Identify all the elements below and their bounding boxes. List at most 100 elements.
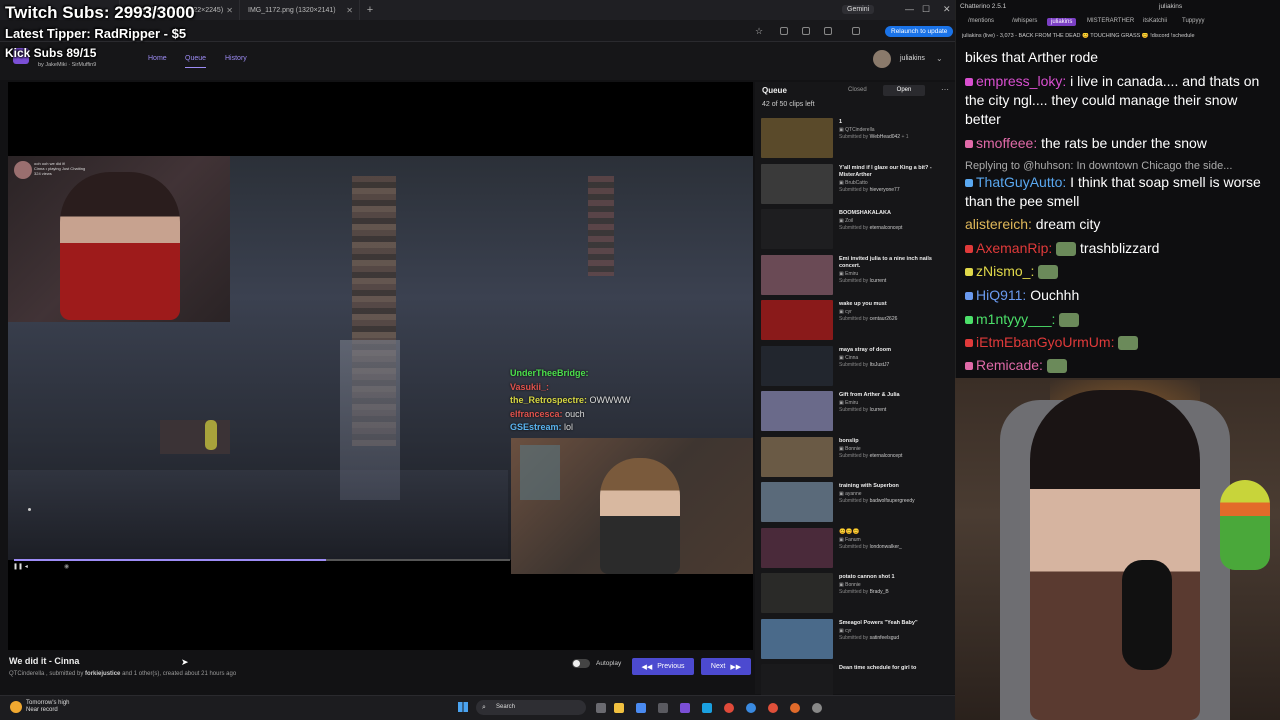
extension-icon[interactable] — [802, 27, 810, 35]
submitter-name: eternalconcept — [869, 452, 903, 459]
clip-thumbnail[interactable] — [761, 254, 833, 295]
queue-open-tab[interactable]: Open — [883, 85, 925, 96]
chat-tab[interactable]: /mentions — [968, 18, 994, 24]
chat-tab[interactable]: juliakins — [1047, 18, 1077, 26]
clip-thumbnail[interactable] — [761, 527, 833, 568]
extension-icon[interactable] — [852, 27, 860, 35]
clip-thumbnail[interactable] — [761, 482, 833, 522]
minimize-icon[interactable]: — — [905, 4, 914, 14]
close-icon[interactable]: ✕ — [226, 6, 233, 15]
clip-thumbnail[interactable] — [761, 618, 833, 659]
chat-username[interactable]: empress_loky: — [976, 73, 1066, 89]
clip-thumbnail[interactable] — [761, 300, 833, 340]
queue-item[interactable]: 😊😊😊 ▣ Fanum Submitted by londonwalker_ — [761, 527, 951, 570]
volume-icon[interactable]: ◉ — [64, 563, 69, 570]
chat-username[interactable]: alistereich: — [965, 216, 1032, 232]
submitter-name: Brady_B — [869, 589, 889, 595]
queue-item[interactable]: wake up you must ▣ cyr Submitted by centau… — [761, 300, 951, 342]
chat-username[interactable]: juliakins — [1159, 3, 1182, 10]
autoplay-toggle[interactable] — [572, 659, 590, 668]
queue-item[interactable]: Gift from Arther & Julia ▣ Emiru Submitted… — [761, 391, 951, 433]
avatar — [14, 161, 32, 179]
channel-name: Zoil — [845, 218, 854, 224]
nav-history[interactable]: History — [225, 55, 247, 62]
clip-submitter[interactable]: forkiejustice — [85, 671, 120, 677]
app-icon[interactable] — [680, 703, 690, 713]
queue-item[interactable]: bonslip ▣ Bonnie Submitted by eternalconce… — [761, 436, 951, 479]
queue-item-submitter: Submitted by lcurrent — [839, 407, 887, 413]
queue-item[interactable]: training with Superbon ▣ ayanne Submitted … — [761, 482, 951, 524]
chat-tab[interactable]: MISTERARTHER — [1087, 18, 1134, 24]
firefox-icon[interactable] — [790, 703, 800, 713]
clip-thumbnail[interactable] — [761, 209, 833, 249]
weather-icon[interactable] — [10, 701, 22, 713]
chat-username[interactable]: iEtmEbanGyoUrmUm: — [976, 334, 1114, 350]
pause-icon[interactable]: ❚❚ ◂ — [13, 563, 28, 570]
chat-username[interactable]: HiQ911: — [976, 287, 1026, 303]
new-tab-icon[interactable]: + — [360, 4, 380, 16]
queue-item[interactable]: Smeagol Powers "Yeah Baby" ▣ cyr Submitted… — [761, 618, 951, 661]
queue-item[interactable]: Y'all mind if I glaze our King a bit? - … — [761, 163, 951, 206]
queue-item[interactable]: potato cannon shot 1 ▣ Bonnie Submitted by… — [761, 573, 951, 615]
avatar[interactable] — [873, 50, 891, 68]
chat-username[interactable]: Replying to @huhson: — [965, 160, 1073, 172]
start-icon[interactable] — [458, 702, 468, 712]
extension-icon[interactable] — [824, 27, 832, 35]
chat-username[interactable]: AxemanRip: — [976, 240, 1052, 256]
app-icon[interactable] — [636, 703, 646, 713]
app-icon[interactable] — [746, 703, 756, 713]
clip-thumbnail[interactable] — [761, 573, 833, 613]
chat-tab[interactable]: itsKatchii — [1143, 18, 1167, 24]
chat-username[interactable]: zNismo_: — [976, 263, 1034, 279]
task-view-icon[interactable] — [596, 703, 606, 713]
mouse-cursor — [28, 508, 31, 511]
browser-tab[interactable]: IMG_1172.png (1320×2141) ✕ — [240, 0, 360, 20]
chrome-icon[interactable] — [768, 703, 778, 713]
more-options-icon[interactable]: ⋯ — [941, 85, 949, 94]
clip-thumbnail[interactable] — [761, 391, 833, 431]
clip-thumbnail[interactable] — [761, 436, 833, 477]
chat-tab[interactable]: /whispers — [1012, 18, 1037, 24]
chat-username[interactable]: Remicade: — [976, 357, 1043, 373]
file-explorer-icon[interactable] — [614, 703, 624, 713]
app-icon[interactable] — [812, 703, 822, 713]
chat-username[interactable]: m1ntyyy___: — [976, 311, 1055, 327]
close-window-icon[interactable]: ✕ — [943, 4, 951, 15]
chat-username: GSEstream: — [510, 422, 562, 433]
queue-item[interactable]: maya stray of doom ▣ Cinna Submitted by It… — [761, 345, 951, 388]
relaunch-button[interactable]: Relaunch to update — [885, 26, 954, 37]
previous-button[interactable]: ◀◀ Previous — [632, 658, 694, 675]
nav-queue[interactable]: Queue — [185, 55, 207, 68]
next-button[interactable]: Next ▶▶ — [701, 658, 751, 675]
chat-text: bikes that Arther rode — [965, 49, 1099, 65]
chat-username[interactable]: smoffeee: — [976, 135, 1037, 151]
extension-icon[interactable] — [780, 27, 788, 35]
weather-widget[interactable]: Tomorrow's high Near record — [26, 700, 70, 714]
edge-icon[interactable] — [702, 703, 712, 713]
app-icon[interactable] — [658, 703, 668, 713]
queue-item-title: BOOMSHAKALAKA — [839, 210, 891, 216]
inset-line: 324 views — [34, 171, 52, 176]
chevron-down-icon[interactable]: ⌄ — [936, 54, 943, 63]
gemini-button[interactable]: Gemini — [842, 5, 875, 14]
taskbar-search[interactable]: Search — [476, 700, 586, 715]
clip-thumbnail[interactable] — [761, 163, 833, 204]
bookmark-star-icon[interactable]: ☆ — [755, 26, 763, 37]
maximize-icon[interactable]: ☐ — [922, 4, 930, 15]
clip-thumbnail[interactable] — [761, 345, 833, 386]
close-icon[interactable]: ✕ — [346, 6, 353, 15]
queue-item[interactable]: Emi invited julia to a nine inch nails c… — [761, 254, 951, 297]
queue-item-channel: ▣ BrubCatto — [839, 180, 868, 186]
queue-closed-tab[interactable]: Closed — [848, 87, 867, 93]
queue-item[interactable]: BOOMSHAKALAKA ▣ Zoil Submitted by eternalc… — [761, 209, 951, 251]
chat-username: elfrancesca: — [510, 408, 563, 419]
chat-message: alistereich: dream city — [965, 215, 1275, 234]
clip-thumbnail[interactable] — [761, 118, 833, 158]
username[interactable]: juliakins — [900, 55, 925, 62]
queue-item-title: Y'all mind if I glaze our King a bit? - … — [839, 164, 932, 178]
chat-username[interactable]: ThatGuyAutto: — [976, 174, 1066, 190]
nav-home[interactable]: Home — [148, 55, 167, 62]
queue-item[interactable]: 1 ▣ QTCinderella Submitted by WebHead042 +… — [761, 118, 951, 160]
chat-tab[interactable]: Tuppyyy — [1182, 18, 1204, 24]
chrome-icon[interactable] — [724, 703, 734, 713]
